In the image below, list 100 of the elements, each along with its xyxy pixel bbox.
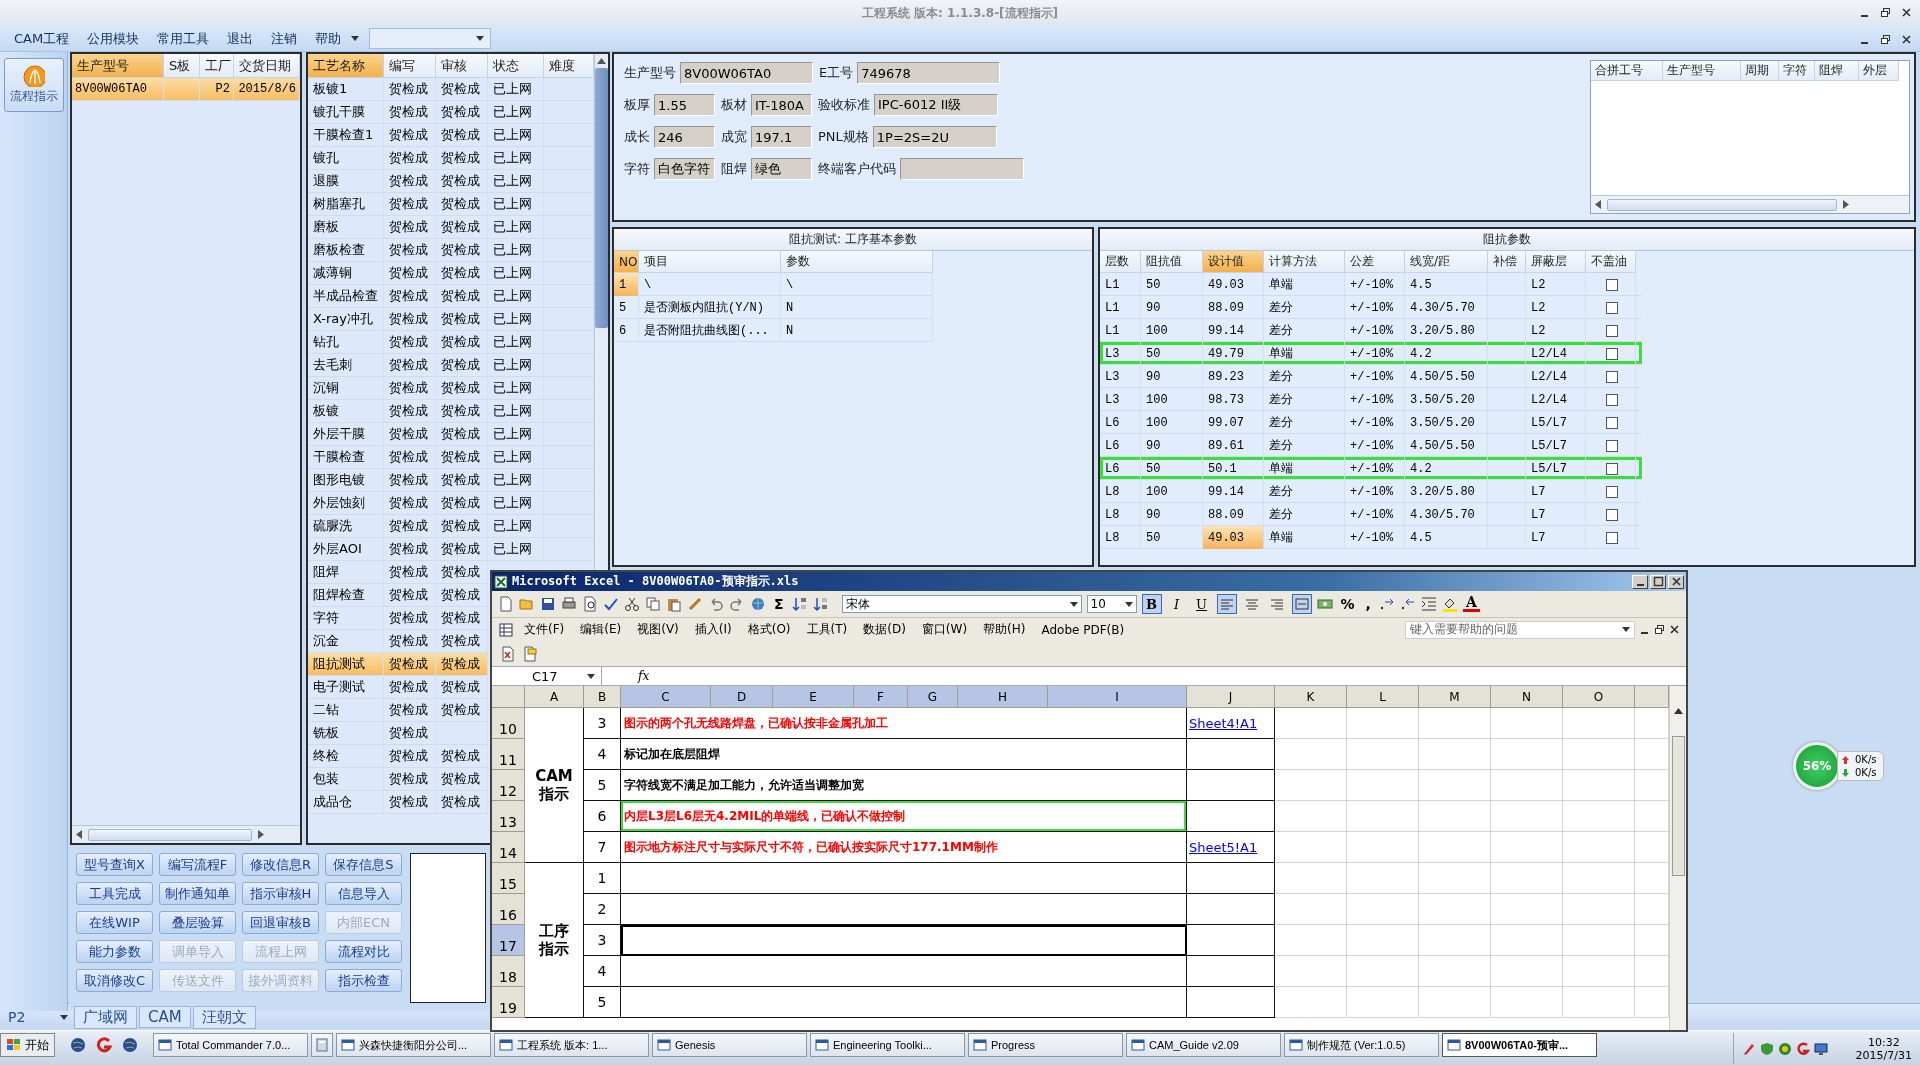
menu-item[interactable]: 数据(D) <box>857 621 912 638</box>
action-button[interactable]: 回退审核B <box>242 911 319 934</box>
table-row[interactable]: 图形电镀 贺检成 贺检成 已上网 <box>308 469 594 492</box>
checkbox[interactable] <box>1606 462 1618 475</box>
document-icon[interactable] <box>500 645 516 662</box>
pencil-icon[interactable] <box>1741 1041 1756 1056</box>
comma-button[interactable]: , <box>1362 596 1374 612</box>
table-row[interactable]: L6 90 89.61 差分 +/-10% 4.50/5.50 L5/L7 <box>1100 434 1642 457</box>
column-header[interactable]: 编写 <box>384 54 436 78</box>
print-preview-icon[interactable] <box>582 596 598 612</box>
table-row[interactable]: L1 90 88.09 差分 +/-10% 4.30/5.70 L2 <box>1100 296 1642 319</box>
input-field[interactable]: 8V00W06TA0 <box>680 62 813 84</box>
brush-icon[interactable] <box>687 596 703 612</box>
row-header[interactable]: 16 <box>492 894 525 925</box>
close-icon[interactable] <box>1669 624 1680 635</box>
table-row[interactable]: L3 100 98.73 差分 +/-10% 3.50/5.20 L2/L4 <box>1100 388 1642 411</box>
action-button[interactable]: 在线WIP <box>76 911 153 934</box>
action-button[interactable]: 编写流程F <box>159 853 236 876</box>
scrollbar-thumb[interactable] <box>88 828 252 841</box>
table-row[interactable]: 电子测试 贺检成 贺检成 <box>308 676 488 699</box>
column-header[interactable]: 阻抗值 <box>1141 251 1203 273</box>
close-icon[interactable] <box>1670 576 1682 587</box>
table-row[interactable]: 钻孔 贺检成 贺检成 已上网 <box>308 331 594 354</box>
status-tab[interactable]: 汪朝文 <box>192 1005 256 1029</box>
cell-link[interactable]: Sheet5!A1 <box>1187 839 1258 855</box>
caret-icon[interactable] <box>60 1014 68 1020</box>
row-header[interactable]: 18 <box>492 956 525 987</box>
paste-icon[interactable] <box>666 596 682 612</box>
copy-icon[interactable] <box>645 596 661 612</box>
spelling-icon[interactable] <box>603 596 619 612</box>
sum-button[interactable]: Σ <box>771 596 787 612</box>
shield-icon[interactable] <box>1759 1041 1774 1056</box>
column-header[interactable]: NO <box>614 251 639 273</box>
scroll-left-icon[interactable] <box>1595 200 1601 209</box>
cut-icon[interactable] <box>624 596 640 612</box>
table-row[interactable]: 镀孔 贺检成 贺检成 已上网 <box>308 147 594 170</box>
scrollbar-thumb[interactable] <box>1607 198 1837 211</box>
increase-decimal-icon[interactable] <box>1378 596 1395 612</box>
checkbox[interactable] <box>1606 324 1618 337</box>
globe-icon[interactable] <box>122 1037 138 1053</box>
input-field[interactable]: IPC-6012 II级 <box>874 94 998 116</box>
table-row[interactable]: 干膜检查1 贺检成 贺检成 已上网 <box>308 124 594 147</box>
table-row[interactable]: 8V00W06TA0 P2 2015/8/6 <box>72 78 300 101</box>
taskbar-button[interactable]: Genesis <box>652 1033 807 1057</box>
table-row[interactable]: 字符 贺检成 贺检成 <box>308 607 488 630</box>
undo-icon[interactable] <box>708 596 724 612</box>
row-header[interactable]: 12 <box>492 770 525 801</box>
input-field[interactable] <box>900 158 1024 180</box>
input-field[interactable]: 749678 <box>857 62 1001 84</box>
row-header[interactable]: 13 <box>492 801 525 832</box>
column-header[interactable]: 阻焊 <box>1815 61 1859 81</box>
column-header[interactable]: 设计值 <box>1203 251 1264 273</box>
column-header[interactable]: O <box>1563 686 1635 708</box>
name-box[interactable]: C17 <box>492 667 602 685</box>
swirl-icon[interactable] <box>96 1037 112 1053</box>
scrollbar-thumb[interactable] <box>1671 736 1685 876</box>
action-button[interactable]: 保存信息S <box>325 853 402 876</box>
action-button[interactable]: 修改信息R <box>242 853 319 876</box>
input-field[interactable]: 白色字符 <box>654 158 715 180</box>
scrollbar-thumb[interactable] <box>595 68 608 328</box>
taskbar-button[interactable]: Total Commander 7.0... <box>153 1033 308 1057</box>
menu-item[interactable]: CAM工程 <box>6 27 78 50</box>
input-field[interactable]: 1P=2S=2U <box>872 126 997 148</box>
checkbox[interactable] <box>1606 278 1618 291</box>
taskbar-button[interactable]: Progress <box>968 1033 1123 1057</box>
display-icon[interactable] <box>1813 1041 1828 1056</box>
input-field[interactable]: 246 <box>654 126 715 148</box>
table-row[interactable]: 外层干膜 贺检成 贺检成 已上网 <box>308 423 594 446</box>
scroll-left-icon[interactable] <box>76 830 82 839</box>
table-row[interactable]: 磨板检查 贺检成 贺检成 已上网 <box>308 239 594 262</box>
caret-icon[interactable] <box>587 673 595 679</box>
table-row[interactable]: 包装 贺检成 贺检成 <box>308 768 488 791</box>
column-header[interactable]: I <box>1048 686 1187 708</box>
column-header[interactable]: A <box>525 686 584 708</box>
column-header[interactable]: E <box>773 686 854 708</box>
column-header[interactable]: H <box>958 686 1048 708</box>
menu-item[interactable]: 插入(I) <box>688 621 738 638</box>
checkbox[interactable] <box>1606 485 1618 498</box>
action-button[interactable]: 信息导入 <box>325 882 402 905</box>
indent-icon[interactable] <box>1420 596 1437 612</box>
close-icon[interactable] <box>1901 7 1912 18</box>
checkbox[interactable] <box>1606 531 1618 544</box>
column-header[interactable]: 工艺名称 <box>308 54 384 78</box>
action-button[interactable]: 流程对比 <box>325 940 402 963</box>
column-header[interactable]: 难度 <box>544 54 594 78</box>
taskbar-button[interactable]: 工程系统 版本: 1... <box>494 1033 649 1057</box>
column-header[interactable]: 状态 <box>488 54 544 78</box>
dropdown-field[interactable] <box>369 28 492 49</box>
column-header[interactable]: 参数 <box>781 251 933 273</box>
menu-item[interactable]: Adobe PDF(B) <box>1035 622 1131 637</box>
column-header[interactable]: G <box>908 686 958 708</box>
column-header[interactable]: F <box>854 686 908 708</box>
menu-item[interactable]: 编辑(E) <box>574 621 628 638</box>
restore-icon[interactable] <box>1880 34 1891 45</box>
globe-icon[interactable] <box>750 596 766 612</box>
taskbar-button[interactable] <box>311 1033 333 1057</box>
print-icon[interactable] <box>561 596 577 612</box>
input-field[interactable]: 1.55 <box>654 94 715 116</box>
checkbox[interactable] <box>1606 439 1618 452</box>
maximize-icon[interactable] <box>1652 576 1664 587</box>
